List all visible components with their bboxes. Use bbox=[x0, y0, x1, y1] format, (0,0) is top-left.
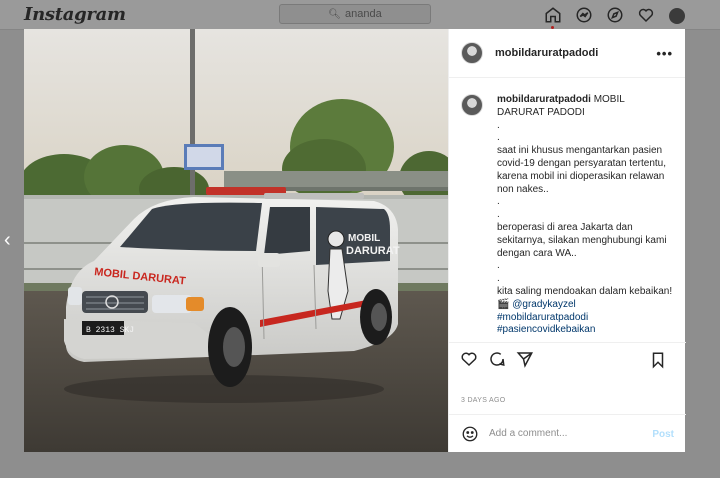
ambulance-van-image: MOBIL DARURAT MOBIL DARURAT B 2313 SKJ bbox=[24, 29, 448, 452]
caption-line: . bbox=[497, 119, 500, 131]
messenger-icon[interactable] bbox=[573, 4, 595, 26]
add-comment-bar: Post bbox=[449, 414, 686, 452]
post-photo[interactable]: MOBIL DARURAT MOBIL DARURAT B 2313 SKJ bbox=[24, 29, 448, 452]
hashtag-link[interactable]: #mobildaruratpadodi bbox=[497, 312, 673, 325]
more-options-icon[interactable]: ••• bbox=[656, 46, 673, 61]
license-plate: B 2313 SKJ bbox=[86, 326, 134, 335]
post-side-panel: mobildaruratpadodi ••• mobildaruratpadod… bbox=[448, 29, 686, 452]
post-header: mobildaruratpadodi ••• bbox=[449, 29, 685, 78]
post-comment-button[interactable]: Post bbox=[652, 429, 674, 440]
comment-input[interactable] bbox=[489, 428, 639, 439]
caption-avatar[interactable] bbox=[461, 94, 483, 116]
caption-line: . bbox=[497, 273, 500, 285]
svg-text:DARURAT: DARURAT bbox=[346, 245, 400, 257]
caption-line: . bbox=[497, 209, 500, 221]
top-navigation-bar: Instagram 🔍︎ ananda bbox=[0, 0, 720, 30]
caption-line: . bbox=[497, 132, 500, 144]
search-icon: 🔍︎ bbox=[328, 8, 341, 20]
explore-icon[interactable] bbox=[604, 4, 626, 26]
caption-mention-line: 🎬 @gradykayzel bbox=[497, 299, 673, 312]
caption-line: . bbox=[497, 260, 500, 272]
caption-text: mobildaruratpadodi MOBIL DARURAT PADODI … bbox=[497, 94, 673, 342]
caption-line: saat ini khusus mengantarkan pasien covi… bbox=[497, 145, 666, 195]
share-icon[interactable] bbox=[515, 349, 535, 369]
emoji-smile-icon[interactable] bbox=[461, 425, 479, 443]
hashtag-link[interactable]: #pasiencovidkebaikan bbox=[497, 324, 673, 337]
instagram-logo[interactable]: Instagram bbox=[24, 4, 126, 25]
post-actions-bar bbox=[449, 342, 686, 374]
author-avatar[interactable] bbox=[461, 42, 483, 64]
caption-section: mobildaruratpadodi MOBIL DARURAT PADODI … bbox=[449, 78, 686, 342]
comment-icon[interactable] bbox=[487, 349, 507, 369]
post-timestamp: 3 DAYS AGO bbox=[461, 397, 506, 404]
mention-link[interactable]: @gradykayzel bbox=[512, 299, 576, 310]
nav-icons bbox=[542, 4, 697, 26]
camera-emoji-icon: 🎬 bbox=[497, 298, 510, 310]
post-modal: MOBIL DARURAT MOBIL DARURAT B 2313 SKJ m… bbox=[24, 29, 686, 452]
caption-line: beroperasi di area Jakarta dan sekitarny… bbox=[497, 221, 667, 259]
like-heart-icon[interactable] bbox=[459, 349, 479, 369]
search-value: ananda bbox=[344, 8, 382, 20]
search-input[interactable]: 🔍︎ ananda bbox=[279, 4, 431, 24]
svg-text:MOBIL: MOBIL bbox=[348, 233, 380, 244]
caption-username[interactable]: mobildaruratpadodi bbox=[497, 94, 591, 105]
save-bookmark-icon[interactable] bbox=[648, 350, 668, 370]
home-icon[interactable] bbox=[542, 4, 564, 26]
profile-avatar[interactable] bbox=[666, 4, 688, 26]
previous-post-arrow-icon[interactable]: ‹ bbox=[4, 230, 18, 250]
caption-line: . bbox=[497, 196, 500, 208]
author-username[interactable]: mobildaruratpadodi bbox=[495, 47, 598, 59]
caption-line: kita saling mendoakan dalam kebaikan! bbox=[497, 285, 673, 297]
heart-icon[interactable] bbox=[635, 4, 657, 26]
